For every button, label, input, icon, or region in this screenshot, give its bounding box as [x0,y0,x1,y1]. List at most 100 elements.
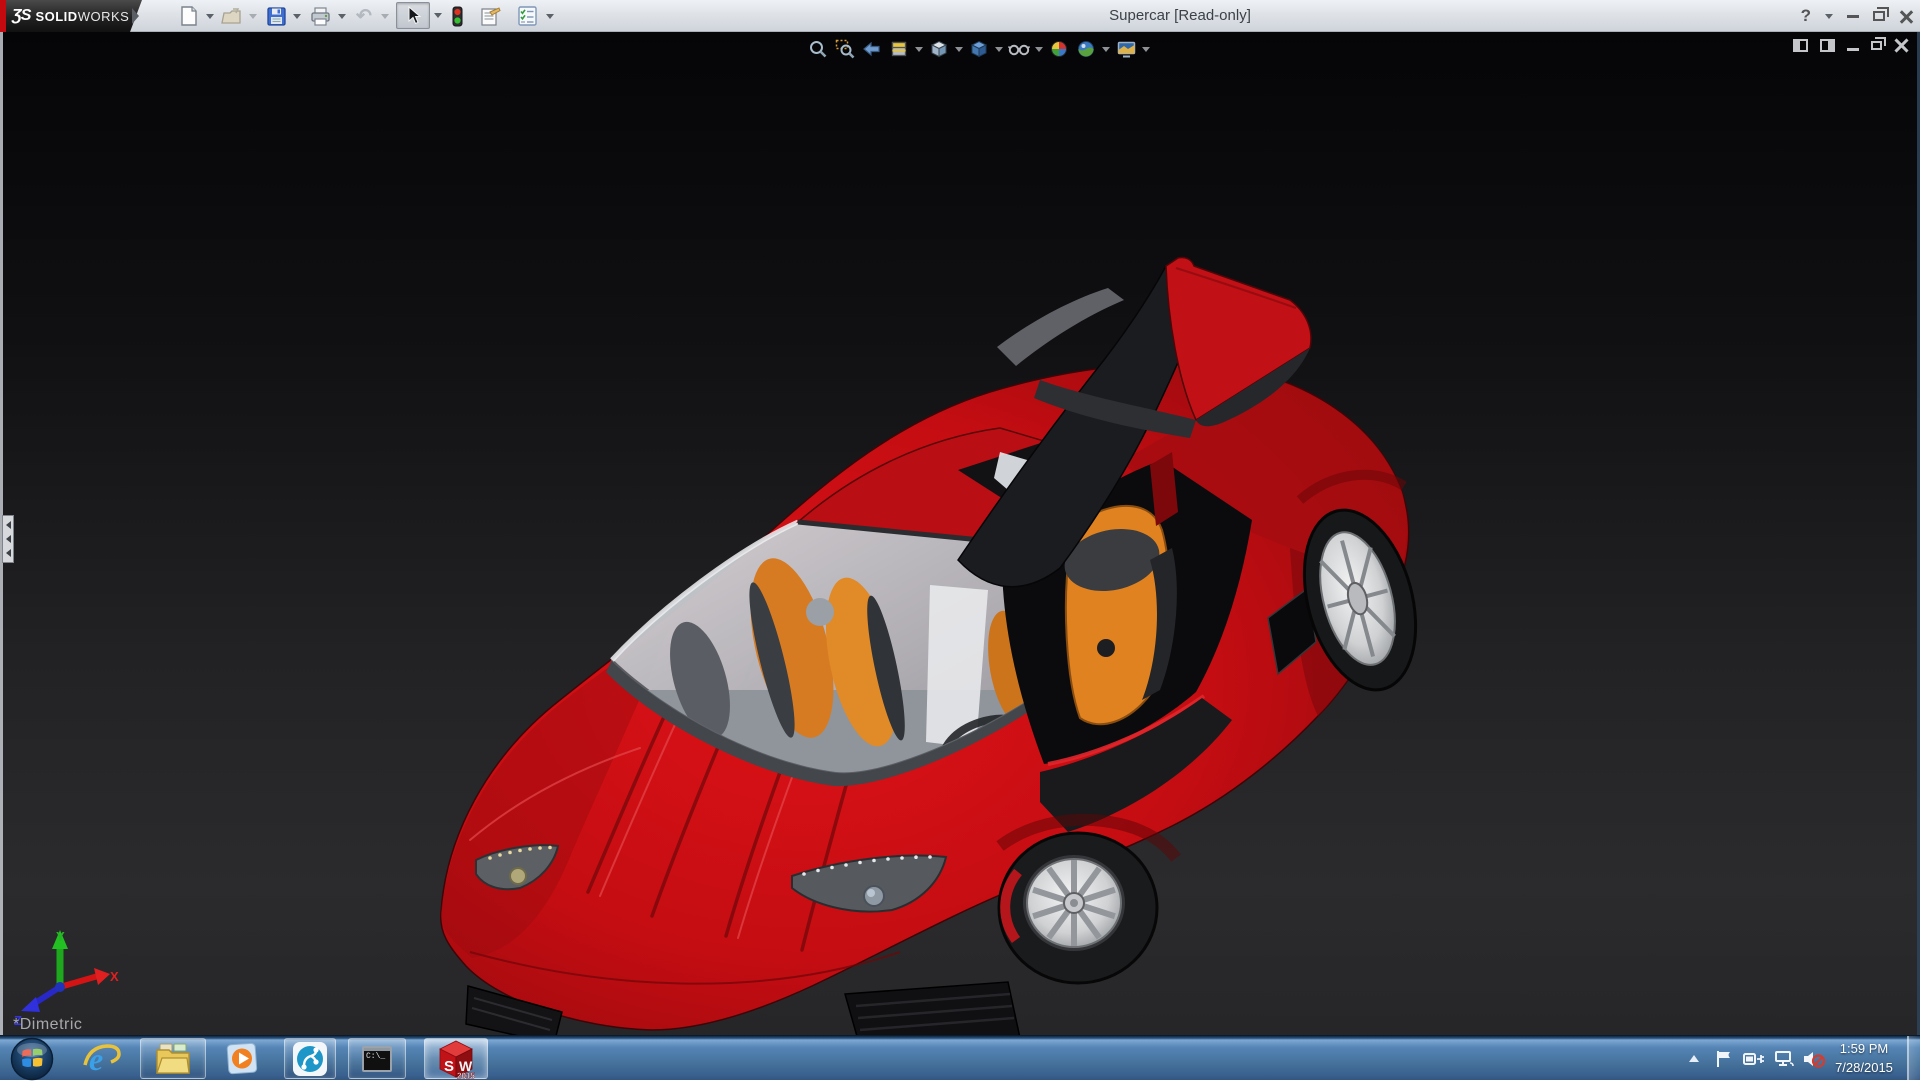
rebuild-button[interactable] [446,5,468,27]
undo-dropdown[interactable] [381,14,389,19]
hide-show-items-button[interactable] [1007,37,1031,61]
save-dropdown[interactable] [293,14,301,19]
restore-button[interactable] [1873,7,1889,21]
zoom-to-area-icon [835,39,855,59]
action-center-button[interactable] [1709,1036,1739,1081]
power-plug-icon [1743,1052,1764,1065]
brand-red-strip [0,0,6,32]
windows-start-orb-icon [10,1037,54,1080]
solidworks-2015-icon: S W 2015 [439,1040,476,1079]
speaker-muted-icon [1804,1051,1826,1068]
document-close-button[interactable] [1894,38,1908,52]
zoom-to-fit-icon [810,41,827,58]
view-orientation-dropdown[interactable] [954,37,964,61]
undo-icon: ↶ [356,5,372,27]
help-dropdown[interactable] [1825,13,1833,19]
taskbar-clock[interactable]: 1:59 PM 7/28/2015 [1829,1040,1899,1078]
network-button[interactable] [1769,1036,1799,1081]
minimize-button[interactable] [1847,14,1859,18]
hide-show-items-icon [1008,44,1030,56]
view-orientation-button[interactable] [927,37,951,61]
ds-logo-glyph: ƷS [12,7,31,24]
volume-button[interactable] [1799,1036,1829,1081]
reference-triad: Y X Z [14,929,119,1028]
select-tool-dropdown[interactable] [430,2,446,29]
branch-app-icon [293,1041,327,1076]
apply-scene-dropdown[interactable] [1101,37,1111,61]
window-title: Supercar [Read-only] [1109,7,1251,24]
open-file-button[interactable] [221,5,243,27]
section-view-dropdown[interactable] [914,37,924,61]
show-desktop-button[interactable] [1907,1036,1920,1081]
taskbar-internet-explorer[interactable]: e [78,1038,126,1079]
triad-y-label: Y [56,929,65,944]
zoom-to-fit-button[interactable] [806,37,830,61]
brand-solid: SOLID [35,8,78,24]
undo-button[interactable]: ↶ [353,5,375,27]
apply-scene-icon [1078,41,1094,57]
options-button[interactable] [516,5,538,27]
windows-explorer-icon [156,1043,190,1074]
view-settings-button[interactable] [1114,37,1138,61]
taskbar-media-player[interactable] [218,1038,266,1079]
display-style-button[interactable] [967,37,991,61]
collapse-arrow-icon [5,549,11,557]
brand-works: WORKS [77,8,130,24]
car-model-3d[interactable] [0,32,1920,1035]
graphics-viewport[interactable]: Y X Z *Dimetric [0,32,1920,1035]
print-dropdown[interactable] [338,14,346,19]
open-file-dropdown[interactable] [249,14,257,19]
file-properties-button[interactable] [479,5,501,27]
save-button[interactable] [265,5,287,27]
taskbar-branch-app[interactable] [284,1038,336,1079]
print-icon [310,6,330,26]
section-view-button[interactable] [887,37,911,61]
up-arrow-icon [1689,1055,1699,1062]
help-button[interactable]: ? [1801,6,1811,26]
apply-scene-button[interactable] [1074,37,1098,61]
sw-letter-s: S [444,1058,454,1075]
new-file-dropdown[interactable] [206,14,214,19]
menu-expand-arrow-icon[interactable] [132,8,139,24]
taskbar-solidworks-active[interactable]: S W 2015 [424,1038,488,1079]
title-bar: ƷS SOLID WORKS ↶ Supercar [Read-only] ? [0,0,1920,32]
headsup-view-toolbar [806,36,1151,62]
options-dropdown[interactable] [546,14,554,19]
document-minimize-button[interactable] [1847,47,1859,51]
command-prompt-icon: C:\_ [362,1045,392,1072]
flag-icon [1717,1050,1730,1067]
save-icon [266,6,286,26]
triad-x-label: X [110,969,119,984]
edit-appearance-button[interactable] [1047,37,1071,61]
close-button[interactable] [1899,10,1912,23]
clock-time: 1:59 PM [1839,1040,1889,1056]
zoom-to-area-button[interactable] [833,37,857,61]
collapse-arrow-icon [5,521,11,529]
open-file-icon [221,8,241,24]
file-properties-icon [480,7,501,26]
display-style-dropdown[interactable] [994,37,1004,61]
view-settings-dropdown[interactable] [1141,37,1151,61]
select-tool-button[interactable] [396,2,430,29]
previous-view-button[interactable] [860,37,884,61]
network-monitor-icon [1775,1050,1794,1066]
start-button[interactable] [8,1037,56,1080]
pane-toggle-left-icon[interactable] [1793,38,1808,52]
front-wheel[interactable] [997,831,1159,985]
sw-year: 2015 [457,1071,475,1079]
print-button[interactable] [309,5,331,27]
feature-manager-collapse-tab[interactable] [2,515,14,563]
power-button[interactable] [1739,1036,1769,1081]
taskbar-command-prompt[interactable]: C:\_ [348,1038,406,1079]
show-hidden-icons-button[interactable] [1679,1036,1709,1081]
document-restore-button[interactable] [1871,36,1886,50]
view-orientation-label: *Dimetric [13,1016,83,1033]
new-file-button[interactable] [178,5,200,27]
taskbar-windows-explorer[interactable] [140,1038,206,1079]
hide-show-items-dropdown[interactable] [1034,37,1044,61]
pane-toggle-right-icon[interactable] [1820,38,1835,52]
solidworks-logo: ƷS SOLID WORKS [0,0,142,32]
new-file-icon [181,6,197,26]
collapse-arrow-icon [5,535,11,543]
clock-date: 7/28/2015 [1835,1059,1893,1075]
